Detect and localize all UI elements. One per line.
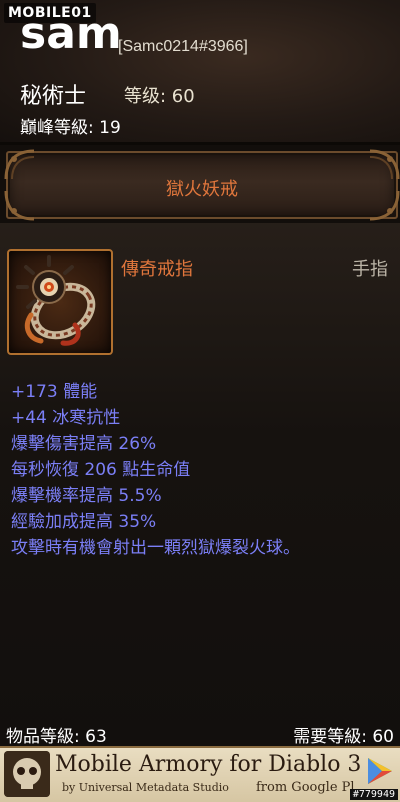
hero-class: 秘術士 <box>20 84 87 109</box>
stat-line: +44 冰寒抗性 <box>11 408 121 428</box>
item-name: 獄火妖戒 <box>166 179 238 200</box>
paragon-level: 巔峰等級: 19 <box>20 118 121 138</box>
item-slot: 手指 <box>352 259 388 280</box>
ad-subtitle: by Universal Metadata Studio <box>62 781 229 794</box>
item-icon-frame <box>7 249 113 355</box>
stat-line: 經驗加成提高 35% <box>11 512 157 532</box>
battletag: [Samc0214#3966] <box>118 38 248 55</box>
play-store-icon <box>368 758 392 784</box>
hero-level: 等级: 60 <box>124 86 195 107</box>
ad-banner[interactable]: Mobile Armory for Diablo 3 by Universal … <box>0 746 400 802</box>
ad-store-text: from Google Pl <box>256 780 355 795</box>
item-details: 傳奇戒指 手指 +173 體能 +44 冰寒抗性 爆擊傷害提高 26% 每秒恢復… <box>0 223 400 747</box>
stat-line: 攻擊時有機會射出一顆烈獄爆裂火球。 <box>11 538 300 558</box>
skull-icon <box>4 751 50 797</box>
item-titlebar: 獄火妖戒 <box>4 149 400 221</box>
image-id-label: #779949 <box>349 789 398 800</box>
required-level: 需要等級: 60 <box>293 727 394 747</box>
item-stats: +173 體能 +44 冰寒抗性 爆擊傷害提高 26% 每秒恢復 206 點生命… <box>11 379 396 561</box>
ad-title: Mobile Armory for Diablo 3 <box>55 752 362 777</box>
stat-line: 每秒恢復 206 點生命值 <box>11 460 191 480</box>
stat-line: 爆擊機率提高 5.5% <box>11 486 162 506</box>
item-rarity: 傳奇戒指 <box>121 259 193 280</box>
item-level: 物品等級: 63 <box>6 727 107 747</box>
stat-line: 爆擊傷害提高 26% <box>11 434 157 454</box>
ring-icon <box>16 255 96 346</box>
hero-name: sam <box>20 8 122 59</box>
item-titlebar-area: 獄火妖戒 <box>0 145 400 223</box>
hero-header: MOBILE01 sam [Samc0214#3966] 秘術士 等级: 60 … <box>0 0 400 142</box>
stat-line: +173 體能 <box>11 382 98 402</box>
